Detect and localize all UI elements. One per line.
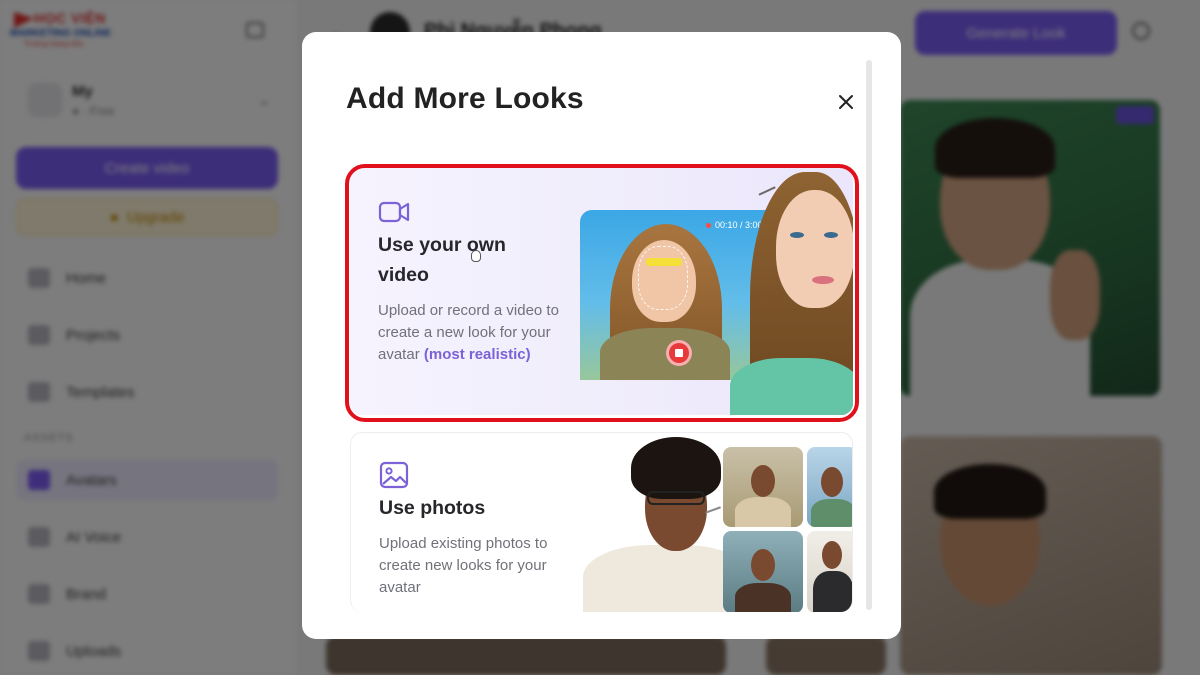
modal-scrollbar[interactable]	[866, 60, 872, 610]
tile-face	[821, 467, 843, 497]
photo-tile	[723, 531, 803, 612]
tile-body	[735, 583, 791, 612]
tile-body	[813, 571, 852, 612]
tile-body	[811, 499, 852, 527]
highlight-annotation	[345, 164, 859, 422]
mouse-cursor-icon	[471, 250, 481, 262]
photo-tile	[723, 447, 803, 527]
glasses-icon	[647, 491, 705, 505]
option-card-photos[interactable]: Use photos Upload existing photos to cre…	[350, 432, 853, 612]
photos-illustration	[583, 433, 852, 612]
illustration-hair	[631, 437, 721, 499]
tile-face	[751, 465, 775, 497]
option-description: Upload existing photos to create new loo…	[379, 533, 564, 599]
tile-face	[751, 549, 775, 581]
modal-title: Add More Looks	[346, 82, 584, 115]
close-icon	[839, 95, 853, 109]
option-description-text: Upload existing photos to create new loo…	[379, 535, 548, 596]
image-icon	[379, 461, 409, 489]
photo-tile	[807, 531, 852, 612]
option-title: Use photos	[379, 497, 486, 519]
close-button[interactable]	[834, 90, 858, 114]
tile-face	[822, 541, 842, 569]
photo-tile	[807, 447, 852, 527]
arrow-icon	[705, 506, 721, 514]
tile-body	[735, 497, 791, 527]
